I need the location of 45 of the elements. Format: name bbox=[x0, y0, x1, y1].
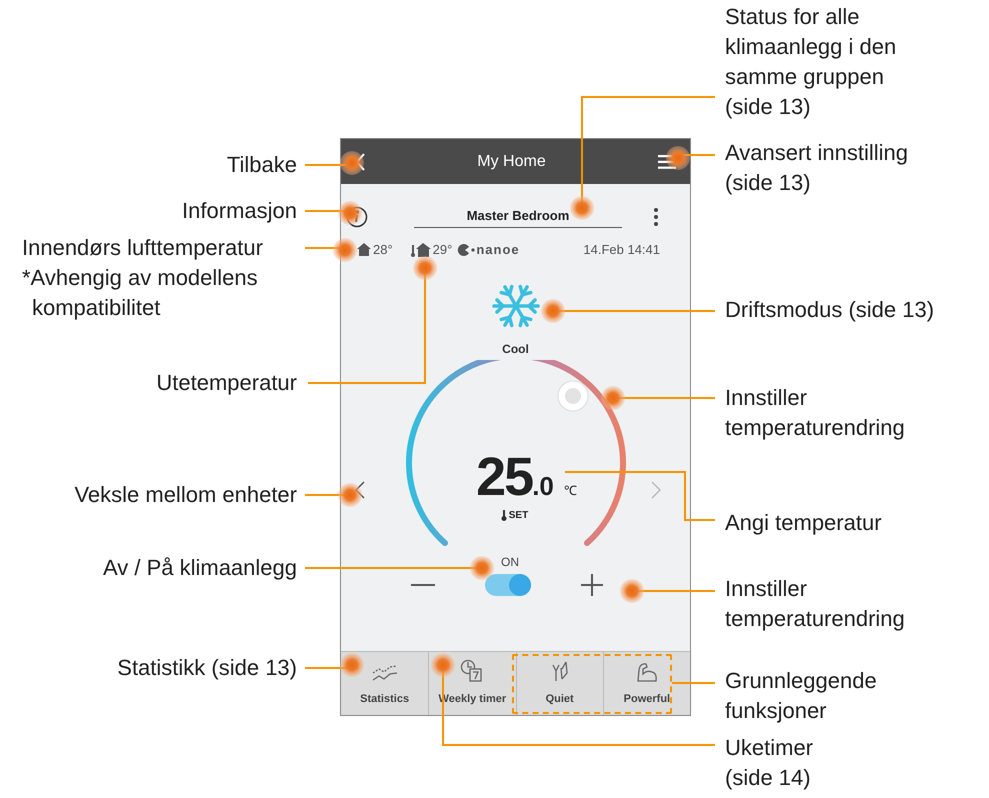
mode-label: Cool bbox=[502, 340, 529, 358]
thermometer-icon bbox=[500, 510, 507, 520]
leader-line bbox=[305, 653, 364, 677]
callout-label: Utetemperatur bbox=[156, 369, 297, 397]
flexed-arm-icon bbox=[634, 660, 659, 682]
function-tab[interactable]: Powerful bbox=[602, 652, 690, 715]
callout-label: Status for alle klimaanlegg i den samme gruppen (side 13) bbox=[725, 3, 896, 121]
callout-label: Innendørs lufttemperatur *Avhengig av modellens kompatibilitet bbox=[22, 234, 263, 322]
screen-title: My Home bbox=[477, 152, 546, 172]
brand-logo-text: nanoe bbox=[476, 241, 520, 259]
callout-label: Veksle mellom enheter bbox=[74, 481, 297, 509]
callout-label: Uketimer (side 14) bbox=[725, 734, 814, 792]
callout-label: Innstiller temperaturendring bbox=[725, 384, 905, 442]
callout-label: Angi temperatur bbox=[725, 509, 882, 537]
set-label: SET bbox=[508, 508, 528, 522]
leader-line bbox=[305, 483, 362, 507]
leader-line bbox=[305, 201, 362, 225]
nanoe-icon bbox=[457, 244, 476, 256]
function-tab[interactable]: Statistics bbox=[341, 652, 428, 715]
leader-line bbox=[305, 151, 364, 175]
minus-icon[interactable] bbox=[411, 582, 435, 586]
power-toggle[interactable] bbox=[485, 574, 531, 596]
function-tab[interactable]: Quiet bbox=[516, 652, 603, 715]
callout-label: Informasjon bbox=[182, 197, 297, 225]
plus-icon[interactable] bbox=[581, 574, 603, 596]
set-temperature: 25 bbox=[476, 450, 532, 504]
dial-handle[interactable] bbox=[557, 380, 589, 412]
callout-label: Statistikk (side 13) bbox=[117, 654, 297, 682]
celsius-unit: ℃ bbox=[564, 484, 577, 496]
temperature-decimal: .0 bbox=[532, 472, 554, 498]
callout-label: Tilbake bbox=[226, 151, 297, 179]
outdoor-temperature: 29° bbox=[432, 241, 452, 259]
line-chart-icon bbox=[372, 664, 398, 682]
outdoor-house-icon bbox=[410, 242, 431, 257]
power-label: ON bbox=[501, 554, 519, 570]
house-icon bbox=[357, 243, 371, 256]
callout-label: Innstiller temperaturendring bbox=[725, 575, 905, 633]
callout-label: Av / På klimaanlegg bbox=[102, 554, 297, 582]
more-options-icon[interactable] bbox=[654, 208, 658, 226]
indoor-temperature: 28° bbox=[373, 241, 393, 259]
date-time: 14.Feb 14:41 bbox=[583, 241, 660, 259]
calendar-clock-icon bbox=[460, 658, 484, 682]
callout-label: Avansert innstilling (side 13) bbox=[725, 139, 908, 197]
callout-label: Grunnleggende funksjoner bbox=[725, 667, 877, 725]
callout-label: Driftsmodus (side 13) bbox=[725, 296, 934, 324]
